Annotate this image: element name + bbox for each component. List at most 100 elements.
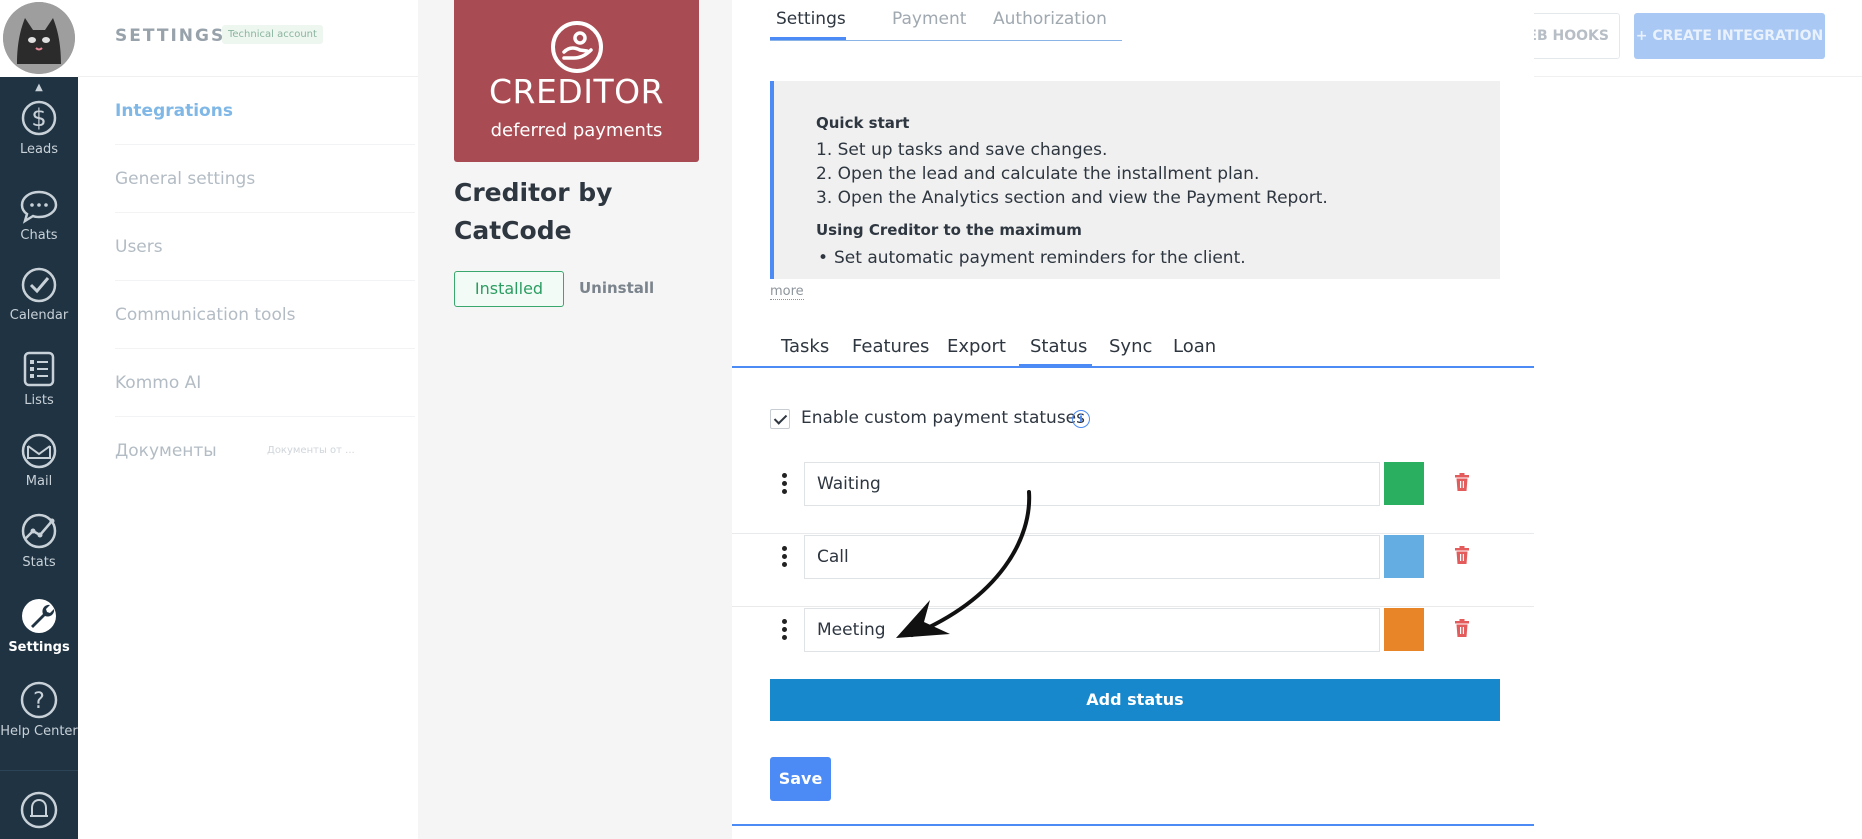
menu-item-label: Integrations: [115, 101, 233, 121]
enable-statuses-checkbox[interactable]: [770, 409, 790, 429]
nav-divider: [0, 770, 78, 771]
main-navigation: ▲ $ Leads Chats Calendar Lists Mail Stat…: [0, 0, 78, 839]
bell-icon: [20, 791, 58, 829]
status-row: Meeting: [732, 607, 1534, 680]
nav-label-help-center: Help Center: [0, 724, 78, 739]
menu-item-label: Документы: [115, 441, 217, 461]
tab-export[interactable]: Export: [947, 336, 1006, 357]
calendar-icon: [21, 267, 57, 303]
menu-item-label: Users: [115, 237, 163, 257]
menu-item-documents[interactable]: Документы Документы от ...: [115, 417, 415, 485]
integration-name: Creditor by CatCode: [454, 178, 613, 245]
add-status-button[interactable]: Add status: [770, 679, 1500, 721]
settings-menu: Integrations General settings Users Comm…: [78, 77, 418, 839]
drag-handle-icon[interactable]: [780, 473, 788, 499]
status-color-swatch[interactable]: [1384, 462, 1424, 505]
nav-item-leads[interactable]: $ Leads: [0, 98, 78, 157]
nav-label-chats: Chats: [20, 228, 58, 243]
logo-subtitle: deferred payments: [490, 120, 663, 141]
svg-text:?: ?: [33, 689, 45, 714]
tab-authorization[interactable]: Authorization: [993, 9, 1107, 29]
nav-item-chats[interactable]: Chats: [0, 188, 78, 243]
uninstall-link[interactable]: Uninstall: [579, 279, 654, 297]
integration-logo: CREDITOR deferred payments: [454, 0, 699, 162]
description-bullet: Set automatic payment reminders for the …: [816, 246, 1500, 270]
stats-icon: [21, 513, 57, 549]
installed-badge: Installed: [454, 271, 564, 307]
menu-item-sub: Документы от ...: [267, 445, 355, 456]
trash-icon[interactable]: [1454, 619, 1470, 637]
active-subtab-indicator: [1019, 364, 1092, 367]
trash-icon[interactable]: [1454, 546, 1470, 564]
nav-item-settings[interactable]: Settings: [0, 596, 78, 655]
leads-icon: $: [21, 100, 57, 136]
sub-tabs: Tasks Features Export Status Sync Loan: [732, 328, 1534, 368]
status-color-swatch[interactable]: [1384, 535, 1424, 578]
chats-icon: [20, 190, 58, 224]
avatar[interactable]: [3, 2, 75, 74]
info-icon[interactable]: i: [1072, 410, 1090, 428]
bottom-divider: [732, 824, 1534, 826]
status-color-swatch[interactable]: [1384, 608, 1424, 651]
tab-payment[interactable]: Payment: [892, 9, 966, 29]
description-box: Quick start 1. Set up tasks and save cha…: [770, 81, 1500, 279]
menu-item-general-settings[interactable]: General settings: [115, 145, 415, 213]
description-heading: Quick start: [816, 114, 910, 132]
description-step: 3. Open the Analytics section and view t…: [816, 188, 1328, 208]
menu-item-integrations[interactable]: Integrations: [115, 77, 415, 145]
save-button[interactable]: Save: [770, 757, 831, 801]
more-link[interactable]: more: [770, 284, 804, 300]
tab-status[interactable]: Status: [1030, 336, 1087, 357]
menu-item-label: General settings: [115, 169, 256, 189]
menu-item-label: Communication tools: [115, 305, 296, 325]
account-badge: Technical account: [222, 25, 323, 44]
tab-features[interactable]: Features: [852, 336, 929, 357]
creditor-logo-icon: [551, 21, 603, 73]
description-step: 2. Open the lead and calculate the insta…: [816, 164, 1260, 184]
menu-item-users[interactable]: Users: [115, 213, 415, 281]
annotation-arrow-icon: [896, 490, 1032, 638]
nav-item-mail[interactable]: Mail: [0, 432, 78, 489]
status-row: Waiting: [732, 461, 1534, 534]
nav-label-lists: Lists: [24, 393, 54, 408]
enable-statuses-label: Enable custom payment statuses: [801, 408, 1086, 428]
menu-item-label: Kommo AI: [115, 373, 202, 393]
status-row: Call: [732, 534, 1534, 607]
integration-settings: Settings Payment Authorization Quick sta…: [732, 0, 1534, 839]
nav-item-stats[interactable]: Stats: [0, 511, 78, 570]
avatar-container: [0, 0, 78, 77]
top-tabs: Settings Payment Authorization: [770, 0, 1122, 41]
help-icon: ?: [20, 681, 58, 719]
nav-item-lists[interactable]: Lists: [0, 349, 78, 408]
nav-item-help-center[interactable]: ? Help Center: [0, 680, 78, 739]
trash-icon[interactable]: [1454, 473, 1470, 491]
active-tab-indicator: [770, 37, 846, 40]
mail-icon: [21, 433, 57, 469]
nav-label-leads: Leads: [19, 142, 58, 157]
nav-label-settings: Settings: [8, 640, 70, 655]
nav-item-calendar[interactable]: Calendar: [0, 266, 78, 323]
create-integration-button[interactable]: + CREATE INTEGRATION: [1634, 13, 1825, 59]
lists-icon: [23, 351, 55, 387]
nav-label-calendar: Calendar: [9, 308, 69, 323]
nav-item-notifications[interactable]: [0, 788, 78, 834]
svg-text:$: $: [31, 104, 46, 132]
drag-handle-icon[interactable]: [780, 619, 788, 645]
nav-label-mail: Mail: [25, 474, 53, 489]
description-heading-2: Using Creditor to the maximum: [816, 221, 1082, 239]
tab-loan[interactable]: Loan: [1173, 336, 1216, 357]
page-title: SETTINGS: [115, 26, 226, 46]
integration-info: CREDITOR deferred payments Creditor by C…: [418, 0, 732, 839]
scroll-up-icon[interactable]: ▲: [0, 82, 78, 93]
settings-icon: [22, 599, 56, 633]
description-step: 1. Set up tasks and save changes.: [816, 140, 1108, 160]
tab-settings[interactable]: Settings: [776, 9, 846, 29]
menu-item-communication-tools[interactable]: Communication tools: [115, 281, 415, 349]
logo-title: CREDITOR: [488, 72, 665, 111]
tab-sync[interactable]: Sync: [1109, 336, 1152, 357]
menu-item-kommo-ai[interactable]: Kommo AI: [115, 349, 415, 417]
integration-modal: CREDITOR deferred payments Creditor by C…: [418, 0, 1534, 839]
drag-handle-icon[interactable]: [780, 546, 788, 572]
nav-label-stats: Stats: [22, 555, 56, 570]
tab-tasks[interactable]: Tasks: [781, 336, 829, 357]
